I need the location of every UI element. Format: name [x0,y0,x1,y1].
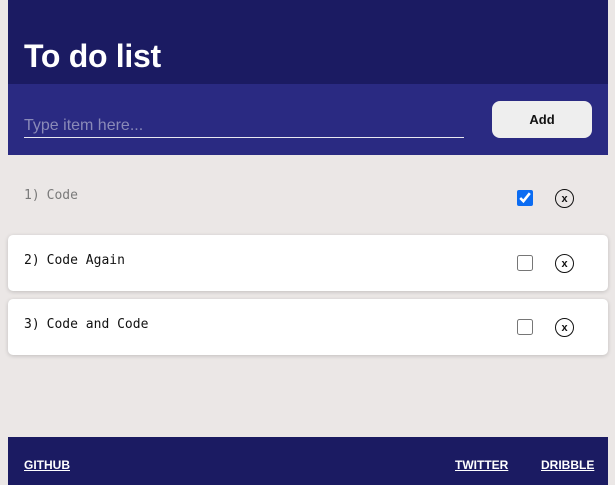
todo-item-number: 2) [24,253,40,268]
add-button[interactable]: Add [492,101,592,138]
todo-item-text: 3) Code and Code [24,317,148,332]
todo-item-label: Code Again [46,253,125,268]
footer: GITHUB TWITTER DRIBBLE [8,437,608,485]
dribble-link[interactable]: DRIBBLE [541,458,594,472]
delete-button[interactable]: x [555,189,574,208]
todo-item-text: 2) Code Again [24,253,125,268]
todo-item: 1) Code x [8,170,608,226]
header-bar: To do list [8,0,608,84]
twitter-link[interactable]: TWITTER [455,458,508,472]
item-input[interactable] [24,114,464,138]
todo-item-number: 1) [24,188,40,203]
todo-done-checkbox[interactable] [517,190,533,206]
page-title: To do list [24,38,161,74]
todo-app: To do list Add 1) Code x 2) Code Again x 3… [0,0,615,485]
todo-item: 3) Code and Code x [8,299,608,355]
todo-item-number: 3) [24,317,40,332]
todo-done-checkbox[interactable] [517,255,533,271]
add-item-bar: Add [8,84,608,155]
todo-item-label: Code [46,188,78,203]
todo-item-text: 1) Code [24,188,78,203]
delete-button[interactable]: x [555,318,574,337]
todo-item: 2) Code Again x [8,235,608,291]
todo-done-checkbox[interactable] [517,319,533,335]
delete-button[interactable]: x [555,254,574,273]
github-link[interactable]: GITHUB [24,458,70,472]
todo-item-label: Code and Code [46,317,149,332]
